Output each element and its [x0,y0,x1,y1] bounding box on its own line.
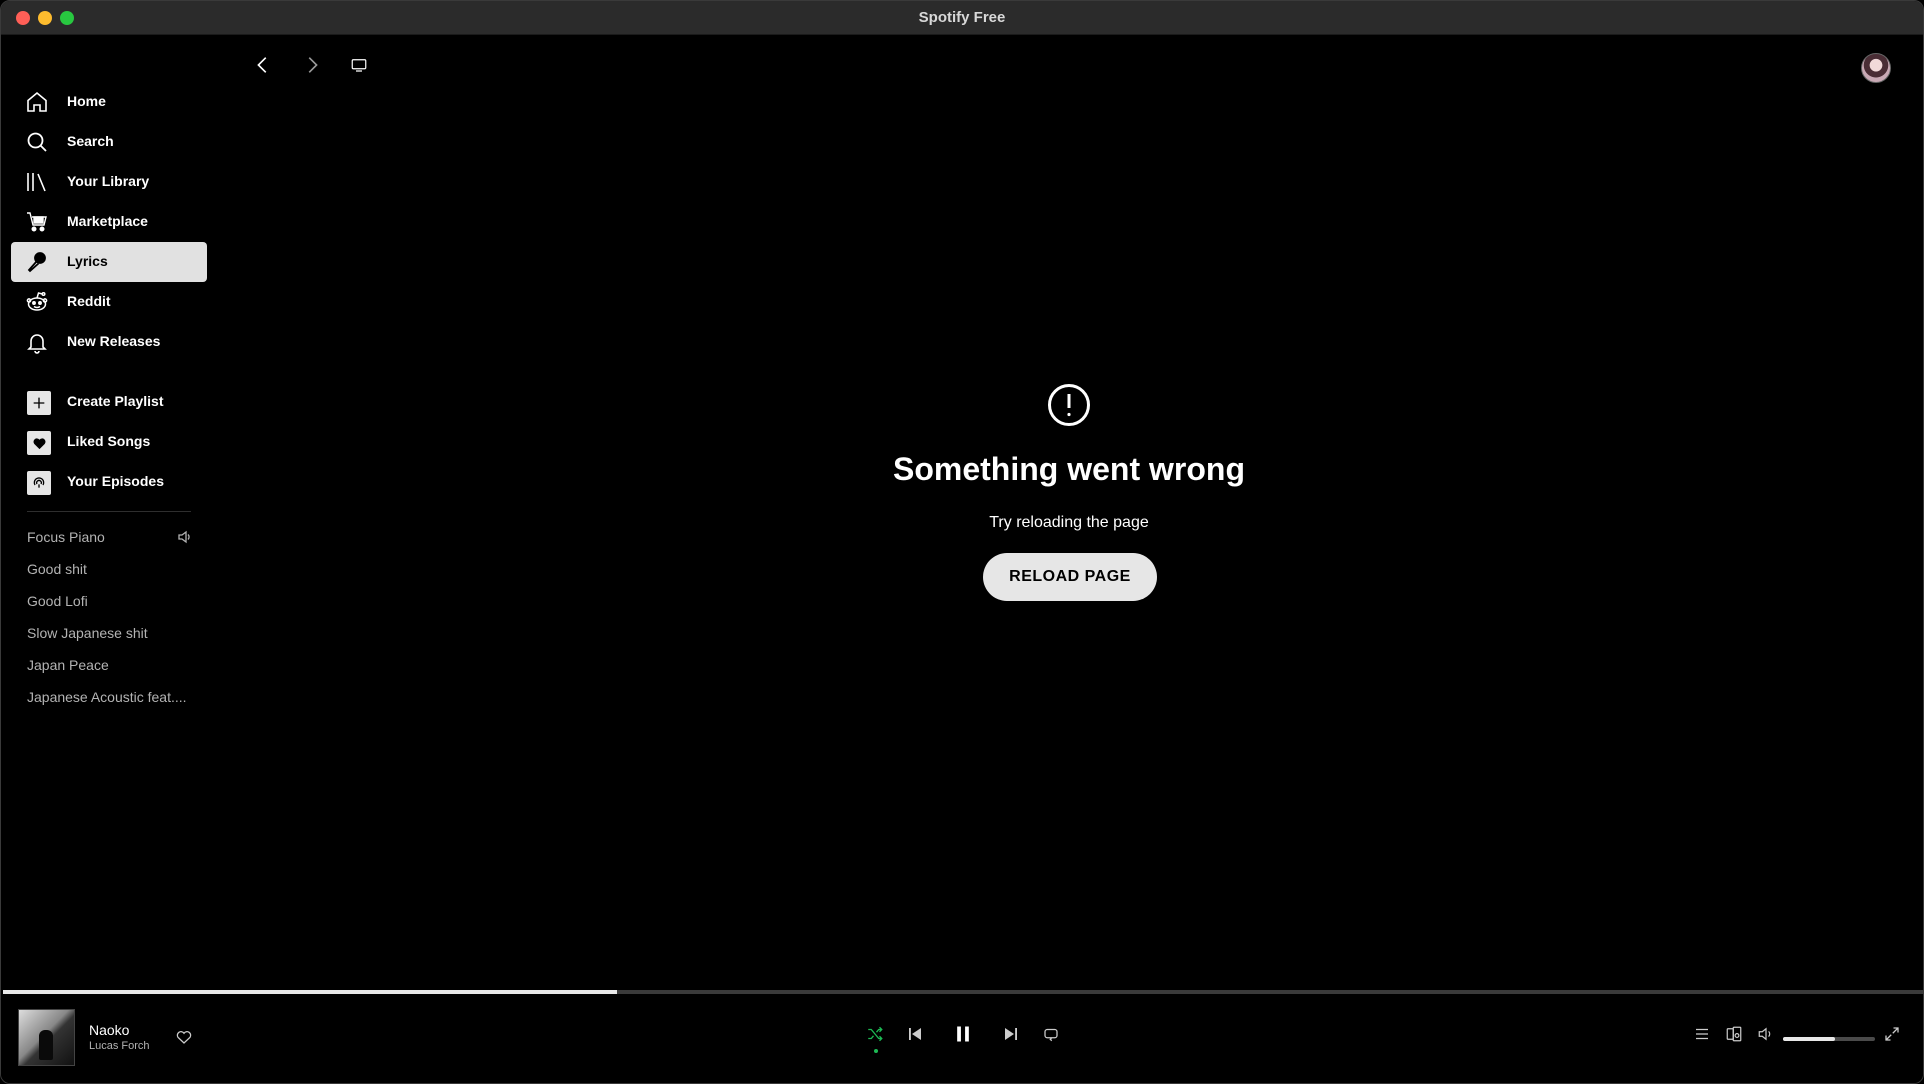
playlist-item[interactable]: Good shit [27,561,195,577]
like-heart-icon[interactable] [175,1028,195,1048]
playlist-item[interactable]: Good Lofi [27,593,195,609]
sidebar-item-label: Marketplace [67,213,148,229]
volume-slider[interactable] [1783,1037,1875,1041]
error-subtitle: Try reloading the page [989,514,1149,531]
library-icon [25,170,49,194]
next-track-button[interactable] [1000,1025,1022,1047]
sidebar-item-home[interactable]: Home [11,82,207,122]
sidebar-divider [27,511,191,512]
sidebar: Home Search Your Library Marketplace Lyr [1,35,207,989]
skip-forward-icon [1002,1025,1020,1048]
create-playlist-button[interactable]: Create Playlist [11,382,207,422]
shuffle-active-dot [874,1049,878,1053]
sidebar-item-label: Lyrics [67,253,108,269]
expand-icon [1883,1025,1901,1048]
plus-icon [27,391,51,415]
track-title[interactable]: Naoko [89,1022,129,1038]
exclamation-circle-icon [1047,383,1091,427]
sidebar-item-library[interactable]: Your Library [11,162,207,202]
sidebar-item-label: New Releases [67,333,161,349]
user-avatar[interactable] [1861,53,1891,83]
miniplayer-button[interactable] [345,53,373,81]
sidebar-item-label: Search [67,133,114,149]
mute-button[interactable] [1755,1025,1777,1047]
skip-back-icon [906,1025,924,1048]
playlist-item[interactable]: Focus Piano [27,529,195,545]
track-artist[interactable]: Lucas Forch [89,1040,150,1052]
devices-icon [1725,1025,1743,1048]
repeat-button[interactable] [1040,1025,1062,1047]
album-art[interactable] [18,1009,75,1066]
heart-icon [27,431,51,455]
title-bar: Spotify Free [1,1,1923,35]
sidebar-item-label: Home [67,93,106,109]
search-icon [25,130,49,154]
error-title: Something went wrong [893,451,1245,487]
sidebar-item-label: Your Episodes [67,473,164,489]
sidebar-item-reddit[interactable]: Reddit [11,282,207,322]
podcast-icon [27,471,51,495]
now-playing-speaker-icon [177,529,193,545]
pause-button[interactable] [952,1025,974,1047]
playlist-item[interactable]: Japanese Acoustic feat.... [27,689,195,705]
window-title: Spotify Free [918,9,1006,26]
fullscreen-button[interactable] [1881,1025,1903,1047]
volume-slider-fill [1783,1037,1836,1041]
cart-icon [25,210,49,234]
sidebar-item-search[interactable]: Search [11,122,207,162]
reload-page-button[interactable]: RELOAD PAGE [983,553,1157,601]
liked-songs-button[interactable]: Liked Songs [11,422,207,462]
sidebar-item-marketplace[interactable]: Marketplace [11,202,207,242]
chevron-left-icon [252,54,274,81]
queue-icon [1693,1025,1711,1048]
chevron-right-icon [301,54,323,81]
sidebar-item-new-releases[interactable]: New Releases [11,322,207,362]
bell-icon [25,330,49,354]
pause-icon [953,1024,973,1049]
queue-button[interactable] [1691,1025,1713,1047]
forward-button[interactable] [298,53,326,81]
connect-device-button[interactable] [1723,1025,1745,1047]
sidebar-item-label: Create Playlist [67,393,164,409]
spotify-window: Spotify Free Home Search Your Library Ma… [0,0,1924,1084]
shuffle-button[interactable] [864,1025,886,1047]
playlist-item[interactable]: Japan Peace [27,657,195,673]
home-icon [25,90,49,114]
previous-track-button[interactable] [904,1025,926,1047]
reddit-icon [25,290,49,314]
sidebar-item-label: Liked Songs [67,433,151,449]
player-bar: Naoko Lucas Forch [1,994,1923,1083]
sidebar-item-label: Your Library [67,173,150,189]
your-episodes-button[interactable]: Your Episodes [11,462,207,502]
repeat-icon [1042,1025,1060,1048]
microphone-icon [25,250,49,274]
back-button[interactable] [249,53,277,81]
volume-icon [1757,1025,1775,1048]
shuffle-icon [866,1025,884,1048]
sidebar-item-label: Reddit [67,293,111,309]
screen-icon [350,56,368,79]
sidebar-item-lyrics[interactable]: Lyrics [11,242,207,282]
playlist-item[interactable]: Slow Japanese shit [27,625,195,641]
